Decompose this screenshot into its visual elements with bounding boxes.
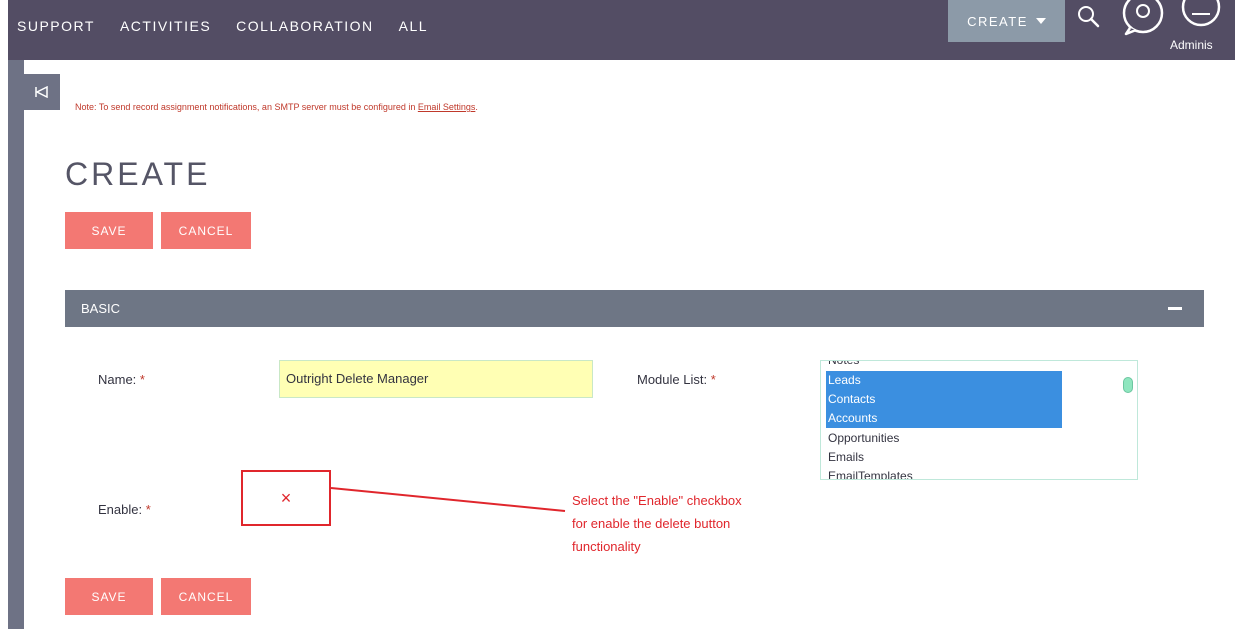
page-title: CREATE bbox=[65, 156, 211, 192]
annotation-line-3: functionality bbox=[572, 539, 641, 554]
name-input[interactable]: Outright Delete Manager bbox=[279, 360, 593, 398]
annotation-line-2: for enable the delete button bbox=[572, 516, 731, 531]
caret-down-icon bbox=[1035, 18, 1046, 24]
module-option-leads[interactable]: Leads bbox=[826, 371, 1062, 390]
create-menu-button[interactable]: CREATE bbox=[948, 0, 1065, 42]
enable-field-label: Enable: * bbox=[98, 502, 151, 517]
cancel-button-top[interactable]: CANCEL bbox=[161, 212, 251, 249]
module-label-text: Module List: bbox=[637, 372, 708, 387]
notifications-icon[interactable] bbox=[1120, 0, 1166, 36]
save-button-bottom[interactable]: SAVE bbox=[65, 578, 153, 615]
required-mark: * bbox=[145, 502, 151, 517]
main-nav: SUPPORT ACTIVITIES COLLABORATION ALL bbox=[8, 18, 444, 34]
scrollbar-thumb[interactable] bbox=[1123, 377, 1133, 393]
enable-checkbox-highlight[interactable]: × bbox=[241, 470, 331, 526]
nav-collaboration[interactable]: COLLABORATION bbox=[236, 18, 374, 34]
name-field-label: Name: * bbox=[98, 372, 145, 387]
nav-all[interactable]: ALL bbox=[399, 18, 428, 34]
left-rail bbox=[8, 60, 24, 629]
panel-title: BASIC bbox=[81, 301, 121, 316]
collapse-left-icon bbox=[35, 86, 48, 98]
smtp-note: Note: To send record assignment notifica… bbox=[75, 102, 478, 112]
basic-panel-header[interactable]: BASIC bbox=[65, 290, 1204, 327]
user-name-label[interactable]: Adminis bbox=[1170, 38, 1213, 52]
search-icon[interactable] bbox=[1076, 4, 1102, 30]
module-option-emails[interactable]: Emails bbox=[826, 448, 1062, 467]
module-list-select[interactable]: Notes Leads Contacts Accounts Opportunit… bbox=[820, 360, 1138, 480]
collapse-panel-icon[interactable] bbox=[1168, 307, 1182, 310]
user-menu-icon[interactable] bbox=[1178, 0, 1224, 30]
required-mark: * bbox=[139, 372, 145, 387]
module-option-emailtemplates[interactable]: EmailTemplates bbox=[826, 467, 1062, 479]
save-button-top[interactable]: SAVE bbox=[65, 212, 153, 249]
annotation-text: Select the "Enable" checkbox for enable … bbox=[572, 489, 812, 558]
nav-support[interactable]: SUPPORT bbox=[17, 18, 95, 34]
nav-activities[interactable]: ACTIVITIES bbox=[120, 18, 211, 34]
smtp-note-text: Note: To send record assignment notifica… bbox=[75, 102, 418, 112]
enable-checkbox[interactable]: × bbox=[281, 488, 292, 509]
sidebar-toggle-button[interactable] bbox=[24, 74, 60, 110]
required-mark: * bbox=[710, 372, 716, 387]
annotation-line-1: Select the "Enable" checkbox bbox=[572, 493, 742, 508]
module-option-accounts[interactable]: Accounts bbox=[826, 409, 1062, 428]
module-option-opportunities[interactable]: Opportunities bbox=[826, 429, 1062, 448]
smtp-note-end: . bbox=[475, 102, 478, 112]
name-label-text: Name: bbox=[98, 372, 137, 387]
module-option-contacts[interactable]: Contacts bbox=[826, 390, 1062, 409]
email-settings-link[interactable]: Email Settings bbox=[418, 102, 476, 112]
module-list-label: Module List: * bbox=[637, 372, 716, 387]
create-menu-label: CREATE bbox=[967, 13, 1028, 29]
module-option-notes[interactable]: Notes bbox=[826, 361, 1062, 370]
enable-label-text: Enable: bbox=[98, 502, 143, 517]
cancel-button-bottom[interactable]: CANCEL bbox=[161, 578, 251, 615]
